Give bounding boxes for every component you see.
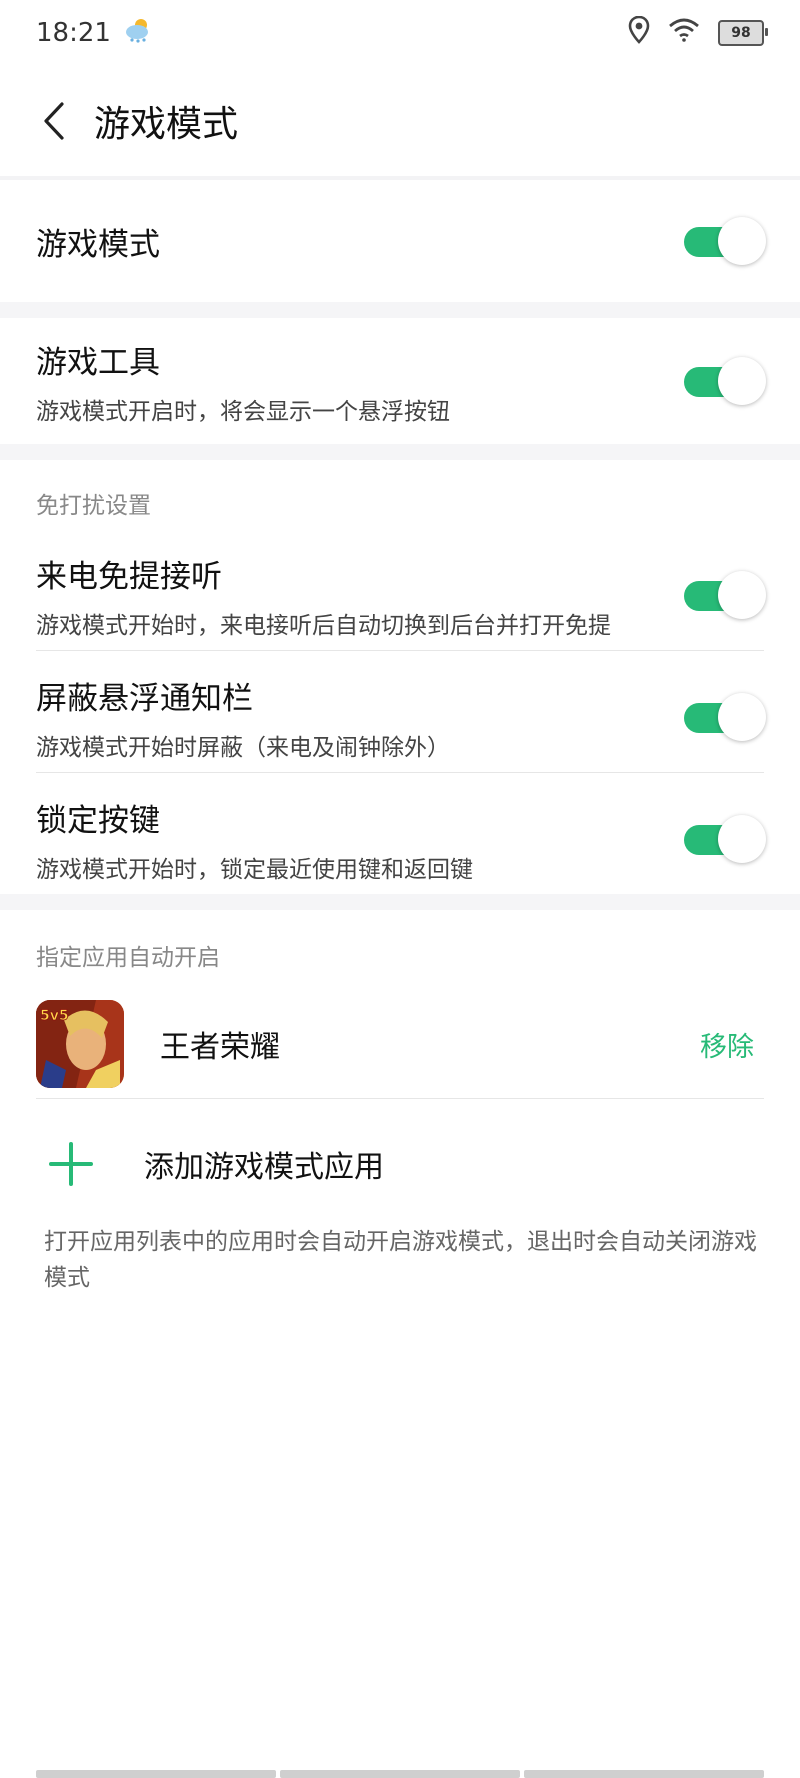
game-tools-row: 游戏工具 游戏模式开启时，将会显示一个悬浮按钮 (0, 318, 800, 444)
block-notification-toggle[interactable] (684, 693, 768, 741)
auto-apps-note: 打开应用列表中的应用时会自动开启游戏模式，退出时会自动关闭游戏模式 (44, 1229, 757, 1291)
add-app-button[interactable]: 添加游戏模式应用 (36, 1120, 384, 1208)
add-app-label: 添加游戏模式应用 (144, 1150, 384, 1185)
plus-icon (36, 1129, 106, 1199)
battery-icon: 98 (718, 20, 768, 46)
location-icon (628, 15, 650, 51)
battery-level: 98 (731, 25, 751, 41)
toggle-knob (718, 217, 766, 265)
block-notification-title: 屏蔽悬浮通知栏 (36, 680, 253, 717)
app-name: 王者荣耀 (160, 1030, 280, 1065)
nav-hint-segment (36, 1770, 276, 1778)
wifi-icon (668, 18, 700, 49)
game-tools-title: 游戏工具 (36, 344, 160, 381)
app-row: 5v5 王者荣耀 移除 (0, 990, 800, 1098)
auto-apps-section-label: 指定应用自动开启 (36, 945, 220, 971)
status-bar: 18:21 98 (0, 0, 800, 66)
row-divider (36, 1098, 764, 1099)
toggle-knob (718, 571, 766, 619)
bottom-nav-hint (36, 1770, 764, 1778)
app-icon-badge: 5v5 (40, 1008, 69, 1024)
header: 游戏模式 (0, 66, 800, 176)
toggle-knob (718, 693, 766, 741)
lock-keys-subtitle: 游戏模式开始时，锁定最近使用键和返回键 (36, 856, 473, 883)
row-divider (36, 650, 764, 651)
call-handsfree-title: 来电免提接听 (36, 558, 222, 595)
game-mode-row: 游戏模式 (0, 180, 800, 302)
call-handsfree-row: 来电免提接听 游戏模式开始时，来电接听后自动切换到后台并打开免提 (0, 540, 800, 650)
toggle-knob (718, 357, 766, 405)
page-title: 游戏模式 (94, 104, 239, 145)
game-tools-subtitle: 游戏模式开启时，将会显示一个悬浮按钮 (36, 398, 450, 425)
section-gap (0, 444, 800, 460)
lock-keys-title: 锁定按键 (36, 802, 160, 839)
status-left: 18:21 (36, 16, 153, 51)
row-divider (36, 772, 764, 773)
game-mode-title: 游戏模式 (36, 226, 160, 263)
back-button[interactable] (24, 91, 84, 151)
toggle-knob (718, 815, 766, 863)
app-icon: 5v5 (36, 1000, 124, 1088)
lock-keys-toggle[interactable] (684, 815, 768, 863)
section-gap (0, 894, 800, 910)
block-notification-subtitle: 游戏模式开始时屏蔽（来电及闹钟除外） (36, 734, 450, 761)
game-tools-toggle[interactable] (684, 357, 768, 405)
nav-hint-segment (524, 1770, 764, 1778)
status-right: 98 (628, 15, 768, 51)
dnd-section-label: 免打扰设置 (36, 493, 151, 519)
block-notification-row: 屏蔽悬浮通知栏 游戏模式开始时屏蔽（来电及闹钟除外） (0, 662, 800, 772)
remove-app-button[interactable]: 移除 (700, 1025, 754, 1064)
nav-hint-segment (280, 1770, 520, 1778)
call-handsfree-subtitle: 游戏模式开始时，来电接听后自动切换到后台并打开免提 (36, 612, 611, 639)
chevron-left-icon (44, 102, 64, 140)
call-handsfree-toggle[interactable] (684, 571, 768, 619)
section-gap (0, 302, 800, 318)
cloud-sun-icon (123, 16, 153, 51)
status-time: 18:21 (36, 18, 111, 48)
lock-keys-row: 锁定按键 游戏模式开始时，锁定最近使用键和返回键 (0, 784, 800, 894)
game-mode-toggle[interactable] (684, 217, 768, 265)
